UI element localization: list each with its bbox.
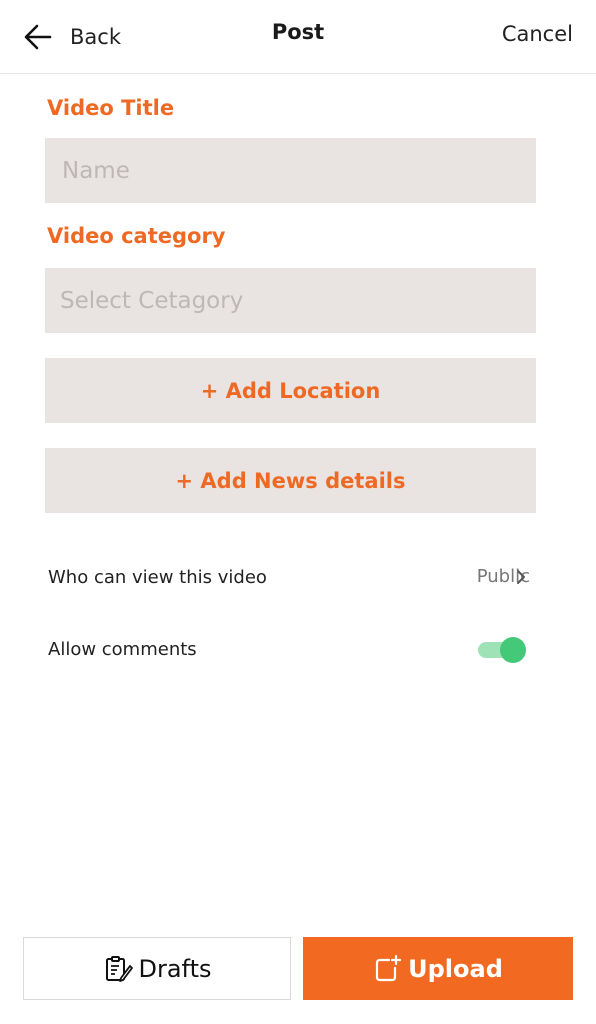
video-category-select[interactable]: Select Cetagory: [45, 268, 536, 333]
add-news-details-button[interactable]: + Add News details: [45, 448, 536, 513]
top-bar: Back Post Cancel: [0, 0, 596, 74]
video-title-input[interactable]: [60, 156, 536, 185]
upload-icon: [376, 954, 402, 981]
drafts-button[interactable]: Drafts: [23, 937, 291, 1000]
video-title-field: [45, 138, 536, 203]
cancel-button[interactable]: Cancel: [502, 22, 573, 46]
drafts-label: Drafts: [138, 954, 212, 983]
drafts-icon: [105, 955, 133, 982]
allow-comments-label: Allow comments: [48, 639, 197, 660]
add-location-button[interactable]: + Add Location: [45, 358, 536, 423]
upload-button[interactable]: Upload: [303, 937, 573, 1000]
upload-label: Upload: [408, 954, 503, 983]
chevron-right-icon[interactable]: [514, 568, 528, 586]
video-category-label: Video category: [47, 224, 226, 248]
privacy-label: Who can view this video: [48, 567, 267, 588]
allow-comments-toggle[interactable]: [476, 637, 528, 663]
video-title-label: Video Title: [47, 96, 175, 120]
category-placeholder: Select Cetagory: [60, 287, 244, 314]
toggle-knob: [500, 637, 526, 663]
